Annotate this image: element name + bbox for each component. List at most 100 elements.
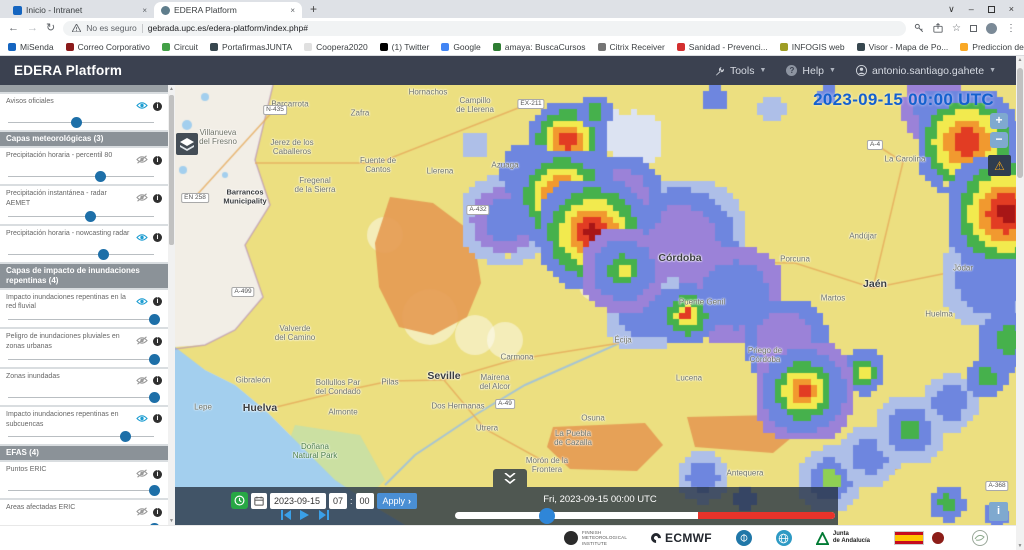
minimize-button[interactable]: – xyxy=(969,4,974,14)
slider-handle[interactable] xyxy=(98,249,109,260)
minute-input[interactable]: 00 xyxy=(356,493,374,509)
bookmark-item[interactable]: PortafirmasJUNTA xyxy=(210,42,292,52)
scrollbar-thumb[interactable] xyxy=(1017,68,1023,178)
layer-visibility-toggle[interactable] xyxy=(136,151,148,169)
layer-opacity-slider[interactable] xyxy=(6,248,162,261)
layer-info-icon[interactable]: i xyxy=(153,376,162,385)
layer-opacity-slider[interactable] xyxy=(6,484,162,497)
tab-close-icon[interactable]: × xyxy=(142,6,147,15)
slider-handle[interactable] xyxy=(149,485,160,496)
slider-handle[interactable] xyxy=(149,523,160,525)
date-input[interactable]: 2023-09-15 xyxy=(270,493,326,509)
back-button[interactable]: ← xyxy=(8,23,19,34)
address-bar[interactable]: No es seguro gebrada.upc.es/edera-platfo… xyxy=(63,21,906,36)
bookmark-item[interactable]: INFOGIS web xyxy=(780,42,845,52)
layer-opacity-slider[interactable] xyxy=(6,210,162,223)
slider-handle[interactable] xyxy=(95,171,106,182)
layer-visibility-toggle[interactable] xyxy=(136,293,148,311)
layer-opacity-slider[interactable] xyxy=(6,170,162,183)
layer-opacity-slider[interactable] xyxy=(6,353,162,366)
bookmark-item[interactable]: Visor - Mapa de Po... xyxy=(857,42,949,52)
skip-start-button[interactable] xyxy=(281,510,292,520)
maximize-button[interactable] xyxy=(988,6,995,13)
bookmark-item[interactable]: (1) Twitter xyxy=(380,42,430,52)
timebar-collapse-handle[interactable] xyxy=(493,469,527,487)
help-menu[interactable]: ? Help ▼ xyxy=(786,65,836,77)
user-menu[interactable]: antonio.santiago.gahete ▼ xyxy=(856,65,996,77)
bookmark-star-icon[interactable]: ☆ xyxy=(952,23,961,34)
tab-edera-platform[interactable]: EDERA Platform × xyxy=(154,2,302,18)
layer-info-icon[interactable]: i xyxy=(153,156,162,165)
layer-info-icon[interactable]: i xyxy=(153,337,162,346)
map-viewport[interactable]: BarcarrotaVillanueva del FresnoZafraHorn… xyxy=(175,85,1016,525)
key-icon[interactable] xyxy=(914,23,924,33)
scroll-down-icon[interactable]: ▼ xyxy=(168,518,175,524)
layer-visibility-toggle[interactable] xyxy=(136,229,148,247)
layer-visibility-toggle[interactable] xyxy=(136,332,148,350)
forward-button[interactable]: → xyxy=(27,23,38,34)
bookmark-item[interactable]: Google xyxy=(441,42,480,52)
map-canvas[interactable] xyxy=(175,85,1016,525)
current-time-button[interactable] xyxy=(231,492,248,509)
sidebar-scrollbar[interactable]: ▲ ▼ xyxy=(168,85,175,525)
layer-info-icon[interactable]: i xyxy=(153,508,162,517)
layer-info-icon[interactable]: i xyxy=(153,414,162,423)
scroll-up-icon[interactable]: ▲ xyxy=(168,86,175,92)
slider-handle[interactable] xyxy=(149,354,160,365)
timeline-handle[interactable] xyxy=(539,508,555,524)
bookmark-item[interactable]: Sanidad - Prevenci... xyxy=(677,42,768,52)
scroll-down-icon[interactable]: ▼ xyxy=(1016,543,1024,549)
slider-handle[interactable] xyxy=(85,211,96,222)
tab-search-icon[interactable]: ∨ xyxy=(948,4,955,15)
bookmark-item[interactable]: Correo Corporativo xyxy=(66,42,150,52)
share-icon[interactable] xyxy=(933,23,943,33)
layers-control-button[interactable] xyxy=(176,133,198,155)
zoom-in-button[interactable]: + xyxy=(990,113,1008,129)
apply-button[interactable]: Apply › xyxy=(377,493,418,509)
bookmark-item[interactable]: amaya: BuscaCursos xyxy=(493,42,586,52)
layer-visibility-toggle[interactable] xyxy=(136,410,148,428)
tab-close-icon[interactable]: × xyxy=(290,6,295,15)
layer-info-icon[interactable]: i xyxy=(153,194,162,203)
layer-opacity-slider[interactable] xyxy=(6,313,162,326)
layer-visibility-toggle[interactable] xyxy=(136,372,148,390)
layer-info-icon[interactable]: i xyxy=(153,470,162,479)
layer-info-icon[interactable]: i xyxy=(153,233,162,242)
layer-opacity-slider[interactable] xyxy=(6,116,162,129)
layer-visibility-toggle[interactable] xyxy=(136,465,148,483)
new-tab-button[interactable]: + xyxy=(310,2,317,16)
bookmark-item[interactable]: MiSenda xyxy=(8,42,54,52)
layer-info-icon[interactable]: i xyxy=(153,102,162,111)
hour-input[interactable]: 07 xyxy=(329,493,347,509)
layer-visibility-toggle[interactable] xyxy=(136,189,148,207)
slider-handle[interactable] xyxy=(149,314,160,325)
layer-opacity-slider[interactable] xyxy=(6,522,162,525)
bookmark-item[interactable]: Citrix Receiver xyxy=(598,42,665,52)
bookmark-item[interactable]: Coopera2020 xyxy=(304,42,368,52)
layer-opacity-slider[interactable] xyxy=(6,430,162,443)
bookmark-item[interactable]: Circuit xyxy=(162,42,198,52)
side-panel-icon[interactable] xyxy=(970,25,977,32)
scroll-up-icon[interactable]: ▲ xyxy=(1016,57,1024,63)
slider-handle[interactable] xyxy=(71,117,82,128)
page-scrollbar[interactable]: ▲ ▼ xyxy=(1016,56,1024,550)
layer-visibility-toggle[interactable] xyxy=(136,97,148,115)
layer-visibility-toggle[interactable] xyxy=(136,503,148,521)
calendar-button[interactable] xyxy=(251,493,267,509)
warnings-button[interactable]: ⚠ xyxy=(988,155,1011,176)
timeline-slider[interactable] xyxy=(455,512,835,519)
scrollbar-thumb[interactable] xyxy=(169,95,174,245)
tab-inicio-intranet[interactable]: Inicio - Intranet × xyxy=(6,2,154,18)
profile-avatar[interactable] xyxy=(986,23,997,34)
slider-handle[interactable] xyxy=(149,392,160,403)
layer-info-icon[interactable]: i xyxy=(153,297,162,306)
close-button[interactable]: × xyxy=(1009,4,1014,14)
play-button[interactable] xyxy=(300,510,310,520)
map-info-button[interactable]: i xyxy=(989,502,1008,521)
skip-end-button[interactable] xyxy=(318,510,329,520)
reload-button[interactable]: ↻ xyxy=(46,23,55,34)
layer-opacity-slider[interactable] xyxy=(6,391,162,404)
slider-handle[interactable] xyxy=(120,431,131,442)
tools-menu[interactable]: Tools ▼ xyxy=(715,65,766,77)
bookmark-item[interactable]: Prediccion de olaj... xyxy=(960,42,1024,52)
